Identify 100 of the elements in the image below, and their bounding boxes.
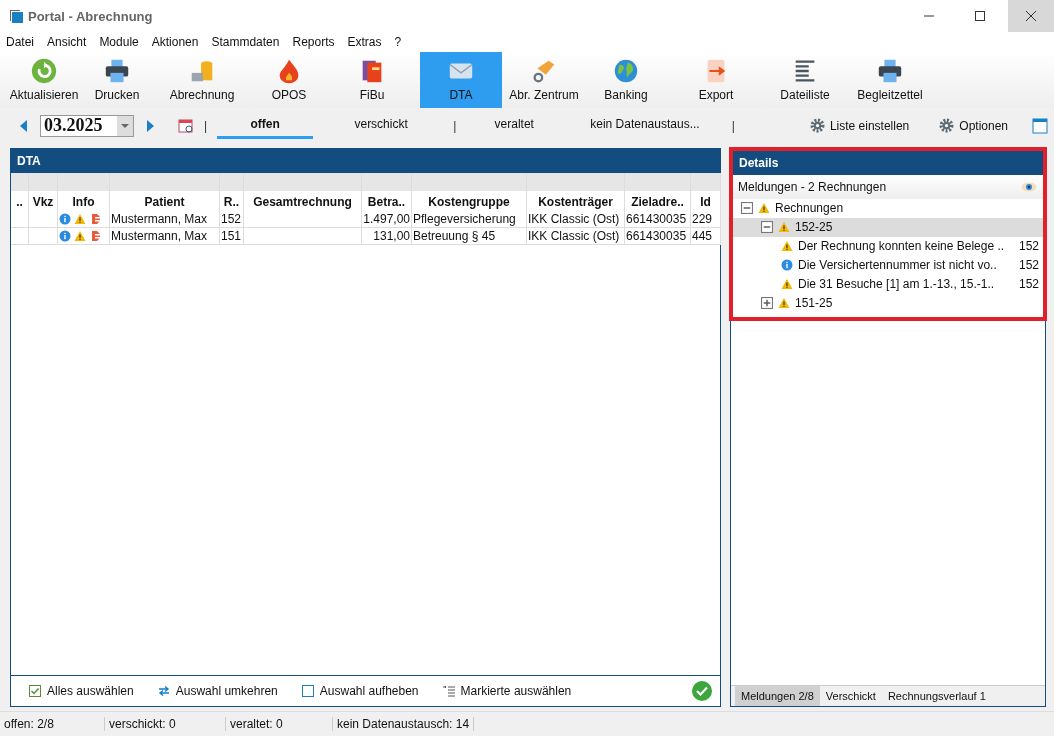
toolbar-button[interactable]: Export — [666, 51, 766, 108]
toolbar-button[interactable]: DTA — [420, 51, 502, 108]
menu-item[interactable]: Datei — [6, 35, 34, 49]
warning-icon — [778, 221, 790, 234]
menu-item[interactable]: Extras — [347, 35, 382, 49]
period-dropdown[interactable]: 03.2025 — [40, 114, 134, 137]
menu-item[interactable]: Stammdaten — [211, 35, 280, 49]
status-item: verschickt: 0 — [105, 717, 226, 732]
info-icon — [59, 212, 71, 225]
calendar-icon[interactable] — [178, 117, 194, 134]
table-cell: 445 — [691, 227, 721, 245]
filter-tab[interactable]: kein Datenaustaus... — [582, 112, 708, 139]
column-header[interactable]: Vkz — [29, 172, 58, 211]
table-cell: IKK Classic (Ost) — [527, 210, 625, 228]
collapse-icon[interactable] — [741, 202, 753, 215]
window-title: Portal - Abrechnung — [28, 8, 153, 24]
table-cell: Mustermann, Max — [110, 227, 220, 245]
selection-button[interactable]: Alles auswählen — [29, 684, 134, 699]
column-header[interactable]: Kostengruppe — [412, 172, 527, 211]
toolbar-button[interactable]: Abr. Zentrum — [502, 51, 586, 108]
selection-button[interactable]: Markierte auswählen — [442, 684, 572, 699]
column-header[interactable]: .. — [11, 172, 29, 211]
separator: | — [204, 118, 208, 133]
warning-icon — [781, 240, 793, 253]
selection-button[interactable]: Auswahl aufheben — [301, 684, 419, 699]
menu-item[interactable]: Ansicht — [47, 35, 87, 49]
details-tab[interactable]: Meldungen 2/8 — [735, 686, 820, 707]
filter-tab[interactable]: veraltet — [466, 112, 563, 139]
table-cell: Betreuung § 45 — [412, 227, 527, 245]
panel-header: Details — [733, 150, 1043, 175]
tree-row[interactable]: Der Rechnung konnten keine Belege .. 152 — [733, 236, 1043, 256]
checkbox-icon — [301, 685, 314, 698]
panel-header: DTA — [11, 148, 720, 173]
column-header[interactable]: R.. — [220, 172, 244, 211]
separator: | — [453, 118, 457, 133]
table-cell: 152 — [220, 210, 244, 228]
table-cell: 661430035 — [625, 227, 691, 245]
column-header[interactable]: Kostenträger — [527, 172, 625, 211]
column-header[interactable]: Zieladre.. — [625, 172, 691, 211]
menu-item[interactable]: ? — [394, 35, 402, 49]
toolbar-button[interactable]: Banking — [586, 51, 666, 108]
menu-item[interactable]: Aktionen — [151, 35, 199, 49]
column-header[interactable]: Id — [691, 172, 721, 211]
warning-icon — [778, 297, 790, 310]
warning-icon — [74, 229, 86, 242]
panel-toggle-icon[interactable] — [1032, 117, 1048, 134]
swap-icon — [157, 685, 170, 698]
plug-icon — [89, 229, 101, 242]
previous-arrow-icon[interactable] — [20, 119, 28, 132]
maximize-icon — [974, 10, 986, 22]
plug-icon — [89, 212, 101, 225]
table-cell: 1.497,00 — [362, 210, 412, 228]
selection-button[interactable]: Auswahl umkehren — [157, 684, 278, 699]
column-header[interactable]: Gesamtrechnung — [244, 172, 362, 211]
app-icon — [9, 9, 23, 23]
column-header[interactable]: Patient — [110, 172, 220, 211]
dropdown-caret-icon — [121, 123, 129, 128]
table-cell: Mustermann, Max — [110, 210, 220, 228]
settings-button[interactable]: Liste einstellen — [803, 117, 916, 135]
status-item: veraltet: 0 — [226, 717, 333, 732]
tree-row[interactable]: 152-25 — [733, 217, 1043, 237]
status-item: kein Datenaustausch: 14 — [333, 717, 475, 732]
table-cell — [11, 227, 29, 245]
gear-icon — [809, 118, 825, 134]
warning-icon — [781, 278, 793, 291]
refresh-icon — [30, 57, 58, 86]
eye-icon[interactable] — [1021, 181, 1037, 192]
table-cell: IKK Classic (Ost) — [527, 227, 625, 245]
toolbar-button[interactable]: Drucken — [84, 51, 150, 108]
settings-button[interactable]: Optionen — [933, 117, 1014, 135]
gear-icon — [939, 118, 955, 134]
warning-icon — [74, 212, 86, 225]
toolbar-button[interactable]: OPOS — [254, 51, 324, 108]
status-item: offen: 2/8 — [0, 717, 105, 732]
details-subtitle: Meldungen - 2 Rechnungen — [738, 179, 887, 194]
separator: | — [731, 118, 735, 133]
expand-icon[interactable] — [761, 297, 773, 310]
tree-row[interactable]: Die Versichertennummer ist nicht vo.. 152 — [733, 255, 1043, 275]
list-select-icon — [442, 685, 455, 698]
checkbox-icon — [29, 685, 41, 698]
tree-row[interactable]: Rechnungen — [733, 198, 1043, 218]
column-header[interactable]: Info — [58, 172, 110, 211]
tree-row[interactable]: 151-25 — [733, 293, 1043, 313]
filter-tab[interactable]: verschickt — [333, 112, 430, 139]
menu-item[interactable]: Module — [99, 35, 139, 49]
toolbar-button[interactable]: Begleitzettel — [844, 51, 936, 108]
tree-row[interactable]: Die 31 Besuche [1] am 1.-13., 15.-1.. 152 — [733, 274, 1043, 294]
column-header[interactable]: Betra.. — [362, 172, 412, 211]
collapse-icon[interactable] — [761, 221, 773, 234]
close-icon — [1025, 10, 1037, 22]
warning-icon — [758, 202, 770, 215]
menu-item[interactable]: Reports — [292, 35, 335, 49]
toolbar-button[interactable]: Abrechnung — [150, 51, 254, 108]
toolbar-button[interactable]: FiBu — [324, 51, 420, 108]
toolbar-button[interactable]: Aktualisieren — [4, 51, 84, 108]
toolbar-button[interactable]: Dateiliste — [766, 51, 844, 108]
next-arrow-icon[interactable] — [146, 119, 154, 132]
filter-tab[interactable]: offen — [217, 112, 314, 139]
table-cell: 661430035 — [625, 210, 691, 228]
table-cell — [11, 210, 29, 228]
